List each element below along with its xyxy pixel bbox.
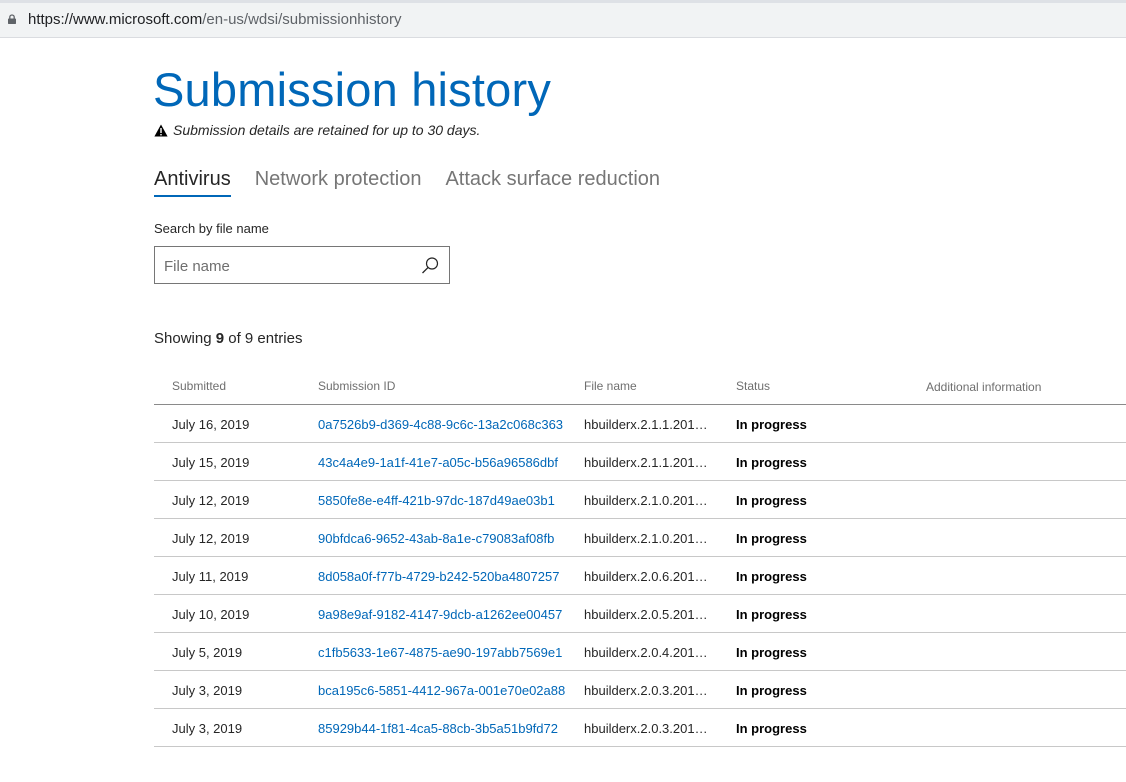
summary-prefix: Showing (154, 330, 212, 347)
retention-notice: Submission details are retained for up t… (154, 122, 480, 138)
file-name: hbuilderx.2.1.1.2019... (584, 417, 712, 432)
warning-icon (154, 124, 168, 136)
submission-id-link[interactable]: 0a7526b9-d369-4c88-9c6c-13a2c068c363 (318, 417, 563, 432)
search-box (154, 246, 450, 284)
file-name: hbuilderx.2.0.6.2019... (584, 569, 712, 584)
submission-id-link[interactable]: 8d058a0f-f77b-4729-b242-520ba4807257 (318, 569, 559, 584)
submission-id-link[interactable]: 85929b44-1f81-4ca5-88cb-3b5a51b9fd72 (318, 721, 558, 736)
table-row: July 5, 2019 c1fb5633-1e67-4875-ae90-197a… (154, 633, 1126, 671)
search-input[interactable] (164, 255, 414, 277)
url-text[interactable]: https://www.microsoft.com/en-us/wdsi/sub… (28, 11, 401, 28)
file-name: hbuilderx.2.0.4.2019... (584, 645, 712, 660)
table-row: July 16, 2019 0a7526b9-d369-4c88-9c6c-13a… (154, 405, 1126, 443)
url-path: /en-us/wdsi/submissionhistory (202, 11, 402, 28)
status-text: In progress (736, 721, 807, 736)
lock-icon[interactable] (7, 14, 17, 24)
table-row: July 12, 2019 90bfdca6-9652-43ab-8a1e-c79… (154, 519, 1126, 557)
browser-address-bar[interactable]: https://www.microsoft.com/en-us/wdsi/sub… (0, 0, 1126, 38)
search-label: Search by file name (154, 221, 269, 236)
submitted-date: July 16, 2019 (172, 417, 250, 432)
submission-id-link[interactable]: 43c4a4e9-1a1f-41e7-a05c-b56a96586dbf (318, 455, 558, 470)
submission-type-tabs: Antivirus Network protection Attack surf… (154, 168, 660, 197)
search-icon[interactable] (421, 256, 440, 275)
status-text: In progress (736, 607, 807, 622)
file-name: hbuilderx.2.0.3.2019... (584, 683, 712, 698)
file-name: hbuilderx.2.1.0.2019... (584, 493, 712, 508)
submission-id-link[interactable]: c1fb5633-1e67-4875-ae90-197abb7569e1 (318, 645, 562, 660)
entries-summary: Showing 9 of 9 entries (154, 330, 302, 347)
column-header-status[interactable]: Status (736, 379, 770, 393)
file-name: hbuilderx.2.0.3.2019... (584, 721, 712, 736)
table-row: July 15, 2019 43c4a4e9-1a1f-41e7-a05c-b56… (154, 443, 1126, 481)
submitted-date: July 10, 2019 (172, 607, 250, 622)
submission-id-link[interactable]: bca195c6-5851-4412-967a-001e70e02a88 (318, 683, 565, 698)
file-name: hbuilderx.2.0.5.2019... (584, 607, 712, 622)
status-text: In progress (736, 455, 807, 470)
table-header: Submitted Submission ID File name Status… (154, 368, 1126, 405)
status-text: In progress (736, 417, 807, 432)
submission-id-link[interactable]: 5850fe8e-e4ff-421b-97dc-187d49ae03b1 (318, 493, 555, 508)
status-text: In progress (736, 645, 807, 660)
submission-id-link[interactable]: 9a98e9af-9182-4147-9dcb-a1262ee00457 (318, 607, 562, 622)
table-row: July 3, 2019 85929b44-1f81-4ca5-88cb-3b5a… (154, 709, 1126, 747)
submitted-date: July 12, 2019 (172, 493, 250, 508)
file-name: hbuilderx.2.1.0.2019... (584, 531, 712, 546)
table-row: July 3, 2019 bca195c6-5851-4412-967a-001e… (154, 671, 1126, 709)
submitted-date: July 12, 2019 (172, 531, 250, 546)
retention-notice-text: Submission details are retained for up t… (173, 122, 481, 138)
tab-strip-edge (0, 0, 1126, 3)
tab-network-protection[interactable]: Network protection (255, 168, 422, 197)
submission-table: Submitted Submission ID File name Status… (154, 368, 1126, 747)
submitted-date: July 3, 2019 (172, 683, 243, 698)
column-header-file-name[interactable]: File name (584, 379, 637, 393)
status-text: In progress (736, 531, 807, 546)
summary-total: of 9 entries (228, 330, 303, 347)
column-header-submission-id[interactable]: Submission ID (318, 379, 395, 393)
table-row: July 11, 2019 8d058a0f-f77b-4729-b242-520… (154, 557, 1126, 595)
tab-antivirus[interactable]: Antivirus (154, 168, 231, 197)
tab-attack-surface-reduction[interactable]: Attack surface reduction (445, 168, 660, 197)
table-row: July 12, 2019 5850fe8e-e4ff-421b-97dc-187… (154, 481, 1126, 519)
submission-id-link[interactable]: 90bfdca6-9652-43ab-8a1e-c79083af08fb (318, 531, 554, 546)
column-header-additional-information: Additional information (926, 380, 1042, 394)
summary-shown-count: 9 (215, 330, 225, 347)
url-host: https://www.microsoft.com (28, 11, 203, 28)
submitted-date: July 3, 2019 (172, 721, 243, 736)
column-header-submitted[interactable]: Submitted (172, 379, 226, 393)
submitted-date: July 11, 2019 (172, 569, 249, 584)
status-text: In progress (736, 569, 807, 584)
file-name: hbuilderx.2.1.1.2019... (584, 455, 712, 470)
submitted-date: July 5, 2019 (172, 645, 243, 660)
table-row: July 10, 2019 9a98e9af-9182-4147-9dcb-a12… (154, 595, 1126, 633)
submitted-date: July 15, 2019 (172, 455, 250, 470)
table-body: July 16, 2019 0a7526b9-d369-4c88-9c6c-13a… (154, 405, 1126, 747)
status-text: In progress (736, 683, 807, 698)
status-text: In progress (736, 493, 807, 508)
page-title: Submission history (153, 63, 552, 116)
